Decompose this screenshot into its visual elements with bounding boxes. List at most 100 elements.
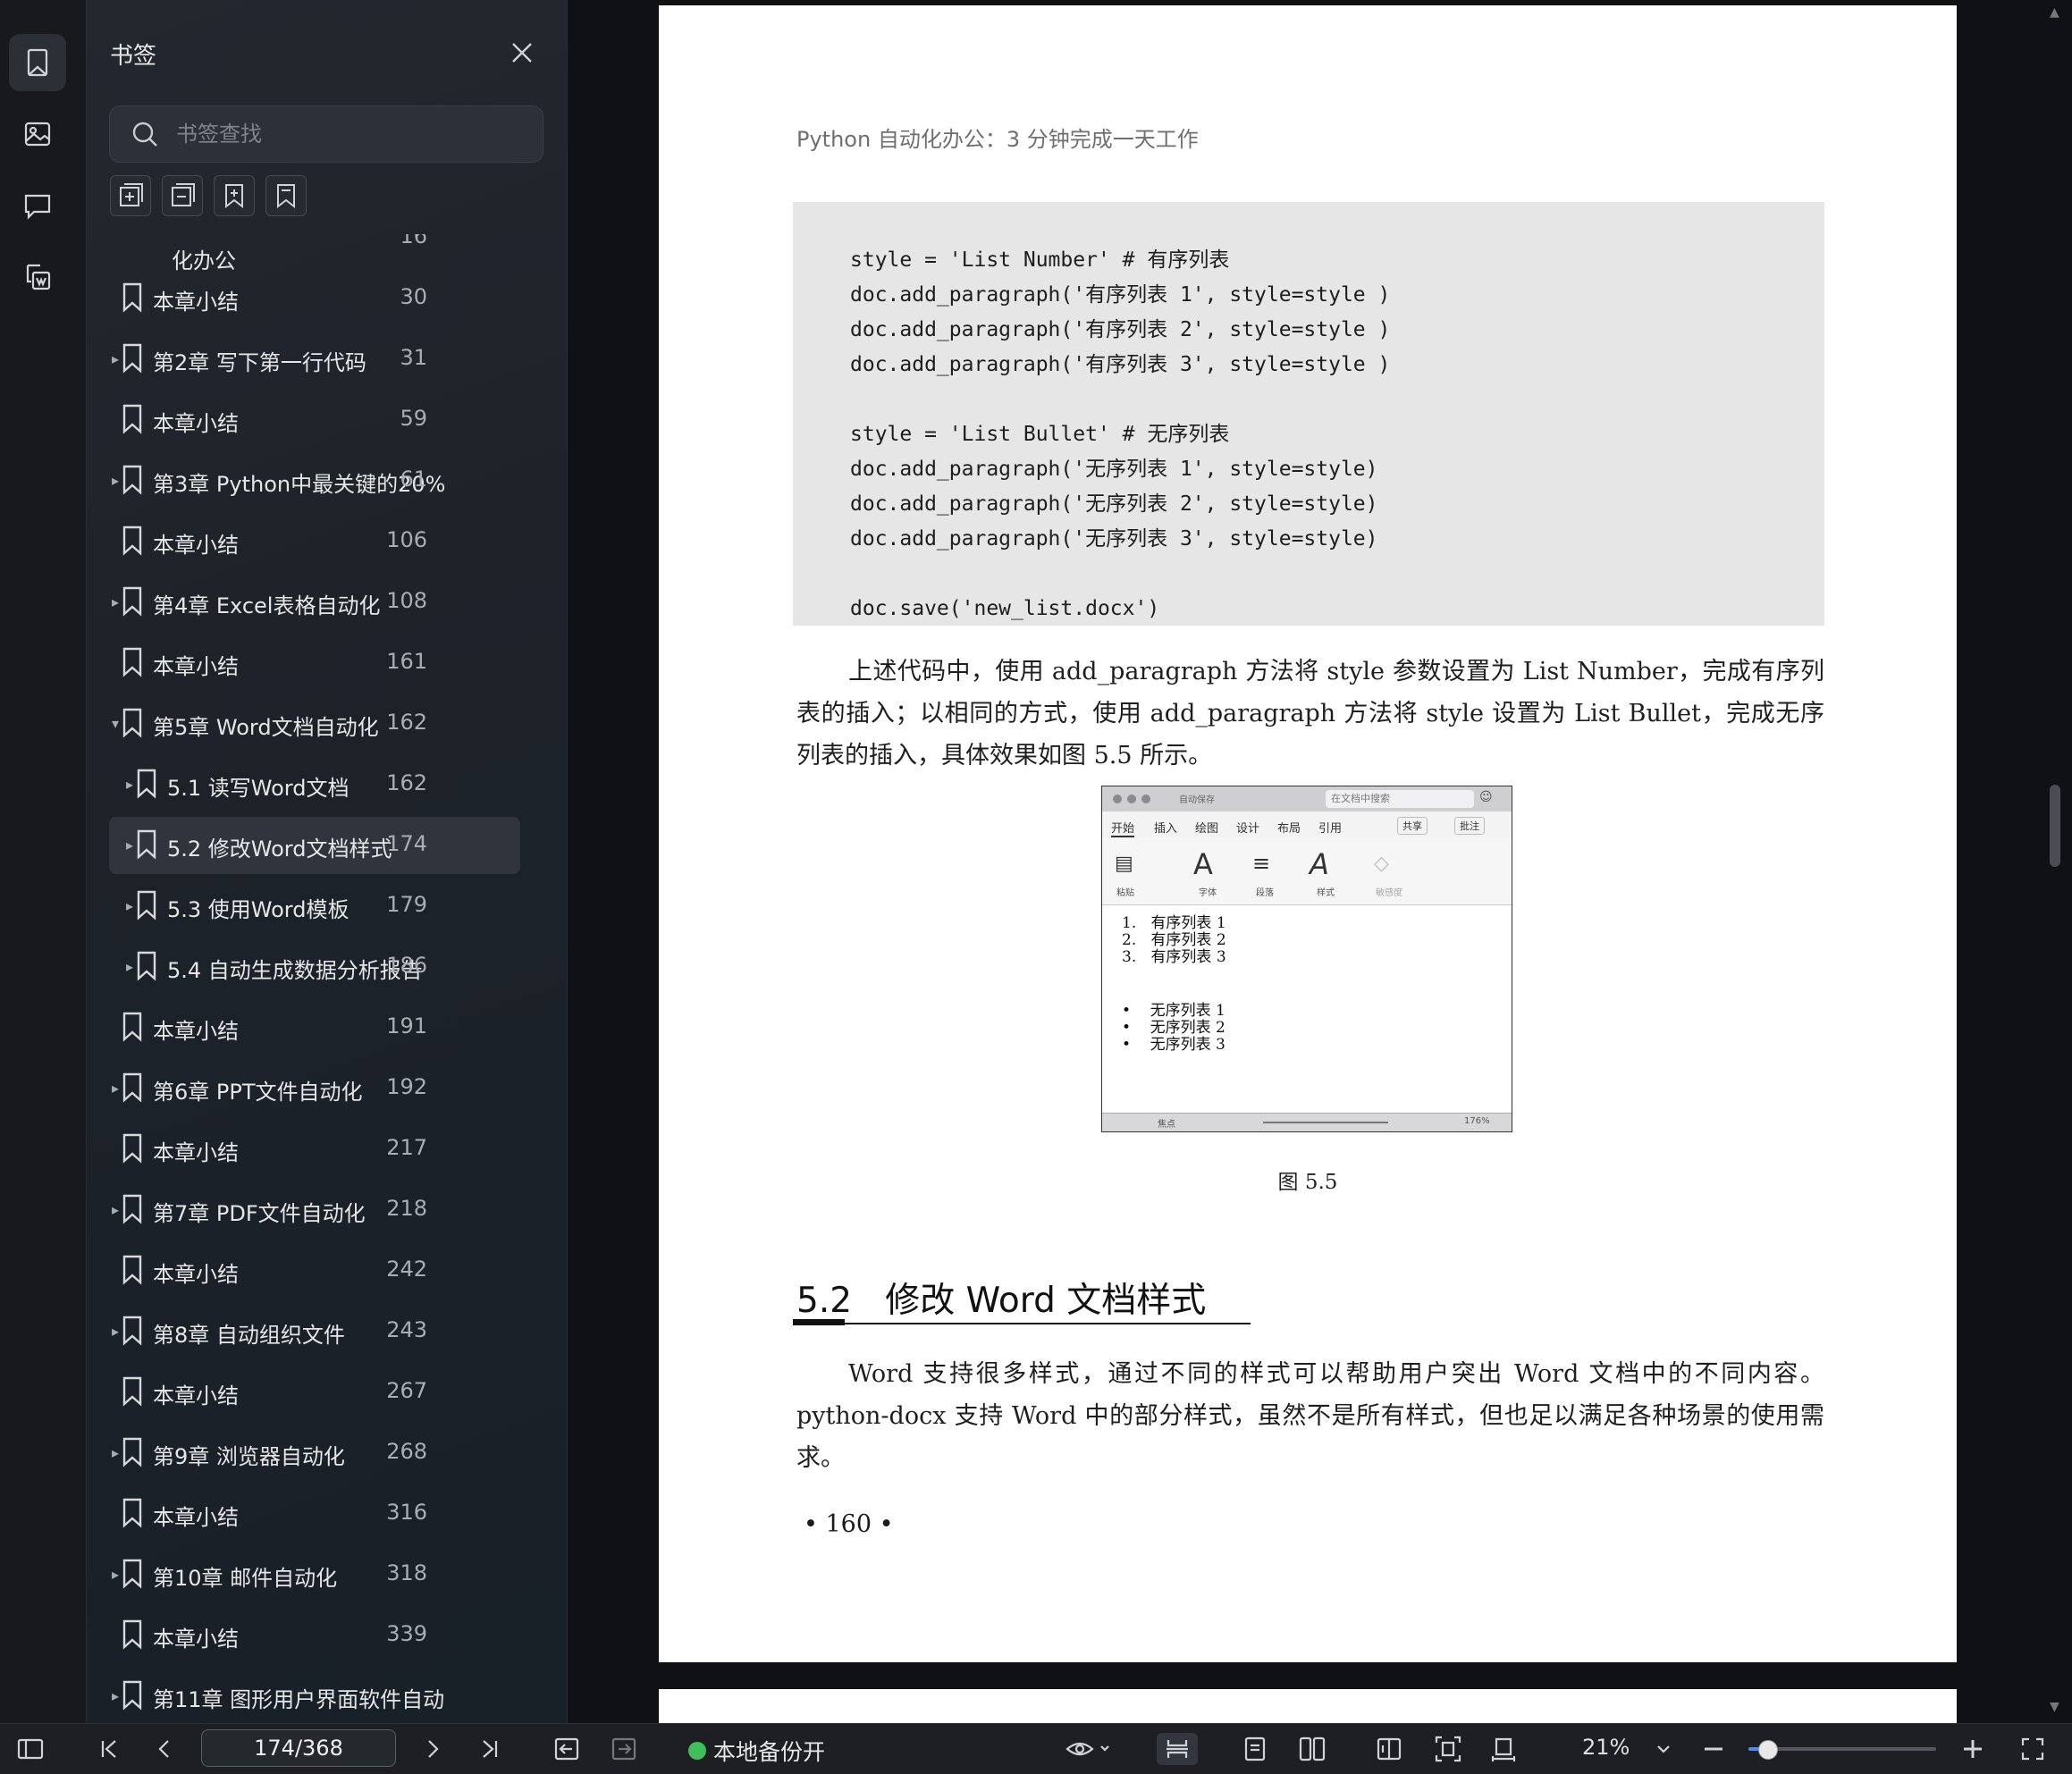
bookmark-item[interactable]: ▸ 5.3 使用Word模板 179 xyxy=(109,878,427,935)
figure-share: 共享 xyxy=(1397,817,1428,835)
last-page-icon[interactable] xyxy=(474,1733,506,1765)
forward-icon[interactable] xyxy=(608,1733,640,1765)
bookmark-item[interactable]: ▸ 第10章 邮件自动化 318 xyxy=(109,1546,427,1603)
bookmark-icon[interactable] xyxy=(9,34,66,91)
bookmark-page: 243 xyxy=(386,1317,427,1342)
figure-tab: 布局 xyxy=(1277,822,1301,836)
bookmark-item[interactable]: 本章小结 242 xyxy=(109,1242,427,1299)
zoom-dropdown-icon[interactable] xyxy=(1650,1733,1677,1765)
bookmark-page: 179 xyxy=(386,892,427,917)
ribbon-label: 敏感度 xyxy=(1376,888,1402,898)
bookmark-item[interactable]: ▸ 第2章 写下第一行代码 31 xyxy=(109,331,427,388)
bookmark-item[interactable]: 本章小结 59 xyxy=(109,391,427,449)
smiley-icon: ☺ xyxy=(1479,790,1493,804)
first-page-icon[interactable] xyxy=(93,1733,125,1765)
bookmark-page: 268 xyxy=(386,1439,427,1464)
fit-page-icon[interactable] xyxy=(1428,1733,1468,1765)
bookmark-page: 242 xyxy=(386,1257,427,1282)
scroll-up-icon[interactable]: ▲ xyxy=(2050,5,2059,20)
bookmark-icon xyxy=(122,1376,143,1407)
eye-icon[interactable] xyxy=(1062,1733,1116,1765)
search-input[interactable] xyxy=(174,115,535,153)
bookmark-label: 本章小结 xyxy=(153,533,239,558)
figure-bullet-list: • 无序列表 1 • 无序列表 2 • 无序列表 3 xyxy=(1122,1002,1226,1054)
backup-status[interactable]: 本地备份开 xyxy=(688,1735,825,1767)
bookmark-icon xyxy=(136,829,157,860)
image-icon[interactable] xyxy=(9,105,66,163)
document-scrollbar[interactable] xyxy=(2050,785,2060,867)
bookmark-item[interactable]: ▸ 第4章 Excel表格自动化 108 xyxy=(109,574,427,631)
bookmark-label: 本章小结 xyxy=(153,1383,239,1408)
bookmark-icon xyxy=(122,1559,143,1589)
add-bookmark-icon[interactable] xyxy=(214,175,255,216)
bookmark-icon xyxy=(136,890,157,921)
ribbon-label: 粘贴 xyxy=(1116,888,1134,898)
zoom-slider-handle[interactable] xyxy=(1758,1740,1778,1760)
single-page-icon[interactable] xyxy=(1239,1733,1271,1765)
two-page-icon[interactable] xyxy=(1296,1733,1328,1765)
bookmark-item[interactable]: ▸ 第3章 Python中最关键的20% 61 xyxy=(109,452,445,509)
body-paragraph: Word 支持很多样式，通过不同的样式可以帮助用户突出 Word 文档中的不同内… xyxy=(796,1360,1824,1472)
bookmark-item[interactable]: 本章小结 217 xyxy=(109,1121,427,1178)
figure-tab: 引用 xyxy=(1318,822,1343,836)
backup-status-dot xyxy=(688,1742,706,1760)
bookmark-item[interactable]: 本章小结 339 xyxy=(109,1607,427,1664)
bookmark-panel: 书签 化办公 16 本章小结30▸第2章 写下第一行代码31本章小结59▸第3章… xyxy=(87,0,644,1723)
zoom-level[interactable]: 21% xyxy=(1582,1735,1630,1760)
bookmark-item[interactable]: ▾ 第5章 Word文档自动化 162 xyxy=(109,695,427,752)
bookmark-icon xyxy=(122,586,143,617)
bookmark-item[interactable]: 本章小结 191 xyxy=(109,999,427,1056)
bookmark-label: 第9章 浏览器自动化 xyxy=(153,1444,345,1469)
fullscreen-icon[interactable] xyxy=(2017,1733,2049,1765)
bookmark-item[interactable]: 本章小结 161 xyxy=(109,635,427,692)
bookmark-page: 191 xyxy=(386,1013,427,1038)
bookmark-item[interactable]: ▸ 5.4 自动生成数据分析报告 186 xyxy=(109,938,427,996)
page-indicator[interactable]: 174/368 xyxy=(201,1729,396,1767)
zoom-slider[interactable] xyxy=(1748,1740,1936,1760)
bookmark-item[interactable]: 本章小结 30 xyxy=(109,270,427,327)
comment-icon[interactable] xyxy=(9,177,66,234)
bookmark-item[interactable]: 本章小结 316 xyxy=(109,1485,427,1543)
back-icon[interactable] xyxy=(551,1733,583,1765)
bookmark-item[interactable]: ▸ 第8章 自动组织文件 243 xyxy=(109,1303,427,1360)
bookmark-label: 本章小结 xyxy=(153,1505,239,1530)
bookmark-outline-icon[interactable] xyxy=(265,175,307,216)
scroll-down-icon[interactable]: ▼ xyxy=(2050,1700,2059,1714)
figure-statusbar: 焦点 176% xyxy=(1102,1113,1512,1131)
bookmark-page: 186 xyxy=(386,953,427,978)
bookmark-page: 59 xyxy=(400,406,427,431)
bookmark-item[interactable]: ▸ 5.1 读写Word文档 162 xyxy=(109,756,427,813)
close-icon[interactable] xyxy=(509,39,535,66)
body-paragraph: 上述代码中，使用 add_paragraph 方法将 style 参数设置为 L… xyxy=(796,658,1824,769)
bookmark-label: 第6章 PPT文件自动化 xyxy=(153,1080,363,1105)
figure-focus: 焦点 xyxy=(1158,1120,1175,1130)
collapse-all-icon[interactable] xyxy=(162,175,203,216)
zoom-out-icon[interactable] xyxy=(1698,1733,1729,1765)
bookmark-icon xyxy=(122,1619,143,1650)
bookmark-item[interactable]: 本章小结 106 xyxy=(109,513,427,570)
bookmark-item[interactable]: ▸ 第7章 PDF文件自动化 218 xyxy=(109,1181,427,1239)
bookmark-icon xyxy=(122,465,143,495)
book-view-icon[interactable] xyxy=(1373,1733,1405,1765)
bookmark-item[interactable]: ▸ 第6章 PPT文件自动化 192 xyxy=(109,1060,427,1117)
code-block: style = 'List Number' # 有序列表 doc.add_par… xyxy=(793,202,1824,626)
expand-all-icon[interactable] xyxy=(110,175,151,216)
figure-zoom: 176% xyxy=(1464,1116,1490,1126)
bookmark-label: 本章小结 xyxy=(153,654,239,679)
font-icon: A xyxy=(1193,847,1213,881)
bookmark-label: 本章小结 xyxy=(153,290,239,315)
bookmark-item[interactable]: ▸ 第11章 图形用户界面软件自动 xyxy=(109,1668,444,1723)
bookmark-label: 第2章 写下第一行代码 xyxy=(153,350,366,375)
bookmark-label: 本章小结 xyxy=(153,1627,239,1652)
bookmark-item[interactable]: ▸ 第9章 浏览器自动化 268 xyxy=(109,1425,427,1482)
continuous-scroll-icon[interactable] xyxy=(1157,1733,1198,1765)
toggle-sidebar-icon[interactable] xyxy=(14,1733,46,1765)
prev-page-icon[interactable] xyxy=(148,1733,181,1765)
zoom-in-icon[interactable] xyxy=(1958,1733,1988,1765)
fit-width-icon[interactable] xyxy=(1487,1733,1520,1765)
next-page-icon[interactable] xyxy=(417,1733,449,1765)
bookmark-item[interactable]: 本章小结 267 xyxy=(109,1364,427,1421)
bookmark-item[interactable]: ▸ 5.2 修改Word文档样式 174 xyxy=(109,817,520,874)
extract-icon[interactable] xyxy=(9,248,66,306)
bookmark-icon xyxy=(122,1498,143,1528)
